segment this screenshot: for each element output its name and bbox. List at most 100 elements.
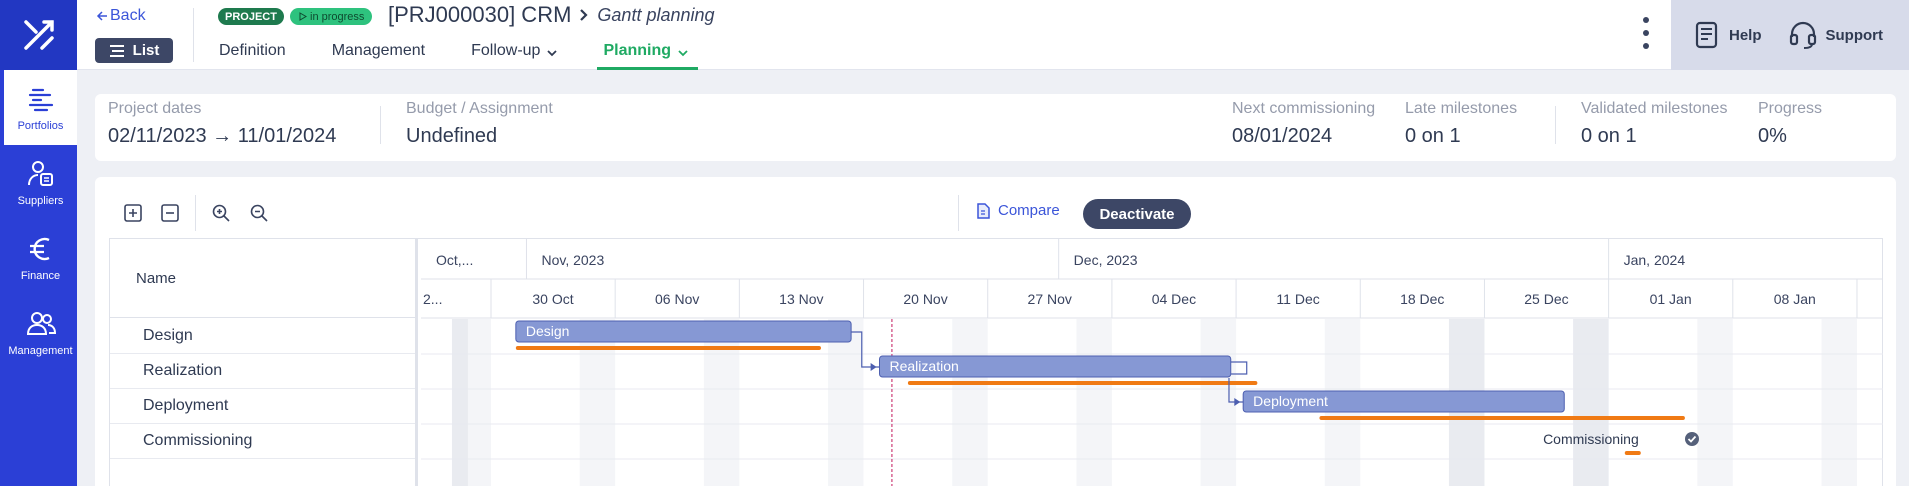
weekend-shade	[1697, 319, 1733, 486]
name-column: Name Design Realization Deployment Commi…	[110, 239, 418, 486]
weekend-shade	[952, 319, 988, 486]
back-label: Back	[110, 7, 146, 24]
more-options-icon[interactable]	[1636, 14, 1656, 52]
divider	[958, 195, 959, 231]
week-label: 27 Nov	[1028, 291, 1072, 307]
dependency-arrow	[870, 363, 877, 371]
task-row-name[interactable]: Commissioning	[110, 424, 415, 459]
nav-suppliers[interactable]: Suppliers	[4, 145, 77, 220]
nav-management[interactable]: Management	[4, 295, 77, 370]
divider	[195, 195, 196, 231]
collapse-all-button[interactable]	[159, 202, 181, 224]
weekend-shade	[451, 319, 468, 486]
headset-icon	[1789, 21, 1816, 49]
project-badge: PROJECT	[218, 8, 284, 25]
metric-label: Validated milestones	[1581, 100, 1728, 117]
task-row-name[interactable]: Realization	[110, 354, 415, 389]
week-label: 30 Oct	[532, 291, 573, 307]
suppliers-icon	[27, 160, 53, 186]
tab-planning[interactable]: Planning	[597, 38, 698, 70]
tab-label: Follow-up	[471, 42, 541, 59]
metric-value: Undefined	[406, 125, 498, 147]
month-label: Oct,...	[436, 252, 473, 268]
help-label: Help	[1729, 26, 1762, 44]
tab-label: Planning	[603, 42, 672, 59]
help-zone: Help Support	[1671, 0, 1909, 70]
baseline-bar	[515, 346, 821, 350]
logo-icon	[23, 20, 54, 50]
dependency-arrow	[1234, 398, 1241, 406]
tab-follow-up[interactable]: Follow-up	[471, 38, 558, 70]
timeline-canvas: Oct,... Nov, 2023 Dec, 2023 Jan, 2024 2... 30…	[421, 239, 1883, 486]
chevron-right-icon	[580, 9, 588, 21]
back-link[interactable]: Back	[96, 7, 146, 25]
next-commissioning: Next commissioning 08/01/2024	[1232, 100, 1375, 148]
compare-label: Compare	[998, 202, 1060, 219]
plus-square-icon	[124, 204, 142, 222]
nav-label: Management	[8, 344, 73, 357]
month-label: Jan, 2024	[1624, 252, 1686, 268]
portfolios-icon	[28, 88, 53, 111]
week-label: 08 Jan	[1774, 291, 1816, 307]
gantt-grid: Name Design Realization Deployment Commi…	[109, 238, 1883, 486]
metric-label: Progress	[1758, 100, 1823, 117]
weekend-shade	[1821, 319, 1857, 486]
nav-portfolios[interactable]: Portfolios	[4, 70, 77, 145]
budget-assignment: Budget / Assignment Undefined	[406, 100, 553, 148]
nav-label: Suppliers	[17, 194, 64, 207]
metric-value: 0%	[1758, 125, 1787, 147]
tab-definition[interactable]: Definition	[219, 38, 286, 70]
milestone-label: Commissioning	[1543, 431, 1639, 447]
zoom-in-button[interactable]	[210, 202, 232, 224]
compare-doc-icon	[977, 202, 990, 219]
weekend-shade	[828, 319, 864, 486]
task-bar-label: Design	[526, 323, 570, 339]
divider	[1555, 106, 1556, 144]
tab-label: Management	[331, 42, 426, 59]
help-button[interactable]: Help	[1691, 20, 1762, 50]
page-subtitle: Gantt planning	[597, 4, 715, 25]
month-label: Dec, 2023	[1074, 252, 1138, 268]
play-icon	[299, 12, 307, 21]
app-logo[interactable]	[0, 0, 77, 70]
weekend-shade	[579, 319, 616, 486]
deactivate-button[interactable]: Deactivate	[1083, 199, 1191, 229]
status-label: in progress	[310, 10, 365, 23]
nav-label: Portfolios	[17, 119, 64, 132]
top-bar: Back List PROJECT in progress [PRJ000030…	[77, 0, 1909, 70]
task-bar-label: Deployment	[1253, 393, 1328, 409]
nav-finance[interactable]: Finance	[4, 220, 77, 295]
validated-milestones: Validated milestones 0 on 1	[1581, 100, 1727, 148]
book-icon	[1695, 21, 1718, 49]
expand-all-button[interactable]	[122, 202, 144, 224]
week-label: 11 Dec	[1276, 291, 1319, 307]
zoom-out-button[interactable]	[248, 202, 270, 224]
support-button[interactable]: Support	[1788, 20, 1883, 50]
left-rail: Portfolios Suppliers Finance Management	[0, 0, 77, 486]
week-label: 06 Nov	[655, 291, 699, 307]
zoom-out-icon	[250, 204, 268, 222]
chevron-down-icon	[678, 50, 688, 57]
users-icon	[26, 311, 56, 335]
week-label: 13 Nov	[779, 291, 823, 307]
metric-label: Next commissioning	[1232, 100, 1376, 117]
project-title: [PRJ000030] CRM	[388, 2, 572, 27]
task-row-name[interactable]: Deployment	[110, 389, 415, 424]
project-summary-card: Project dates 02/11/2023 → 11/01/2024 Bu…	[95, 94, 1896, 161]
metric-value: 02/11/2023 → 11/01/2024	[108, 125, 337, 147]
arrow-left-icon	[96, 11, 107, 21]
week-label: 01 Jan	[1650, 291, 1692, 307]
baseline-bar	[907, 381, 1258, 385]
compare-button[interactable]: Compare	[976, 202, 1060, 219]
metric-label: Project dates	[108, 100, 202, 117]
timeline: Oct,... Nov, 2023 Dec, 2023 Jan, 2024 2... 30…	[421, 239, 1883, 486]
tab-management[interactable]: Management	[332, 38, 425, 70]
list-label: List	[132, 42, 160, 59]
week-label: 25 Dec	[1524, 291, 1568, 307]
baseline-bar	[1319, 416, 1685, 420]
gantt-card: Compare Deactivate Name Design Realizati…	[95, 177, 1896, 486]
list-button[interactable]: List	[95, 38, 173, 63]
start-date: 02/11/2023	[108, 125, 207, 147]
task-bar-label: Realization	[890, 358, 959, 374]
task-row-name[interactable]: Design	[110, 319, 415, 354]
